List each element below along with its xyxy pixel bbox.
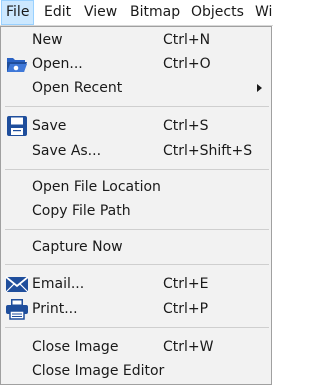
- floppy-disk-icon: [5, 115, 29, 137]
- folder-open-icon: [5, 53, 29, 75]
- menu-item-close-image[interactable]: Close Image Ctrl+W: [1, 335, 271, 359]
- printer-icon: [5, 298, 29, 320]
- menu-window-label: Wi: [255, 4, 273, 20]
- submenu-arrow-icon: [257, 84, 262, 92]
- menu-item-label: Open...: [32, 56, 83, 72]
- menu-item-close-image-editor[interactable]: Close Image Editor: [1, 359, 271, 383]
- menu-edit[interactable]: Edit: [44, 0, 71, 25]
- menu-item-label: Print...: [32, 301, 78, 317]
- menu-objects-label: Objects: [191, 4, 244, 20]
- envelope-icon: [5, 273, 29, 295]
- menu-file-label: File: [6, 4, 30, 20]
- menu-view[interactable]: View: [84, 0, 117, 25]
- menu-edit-label: Edit: [44, 4, 72, 20]
- menu-item-print[interactable]: Print... Ctrl+P: [1, 297, 271, 321]
- menu-item-label: New: [32, 32, 63, 48]
- menu-objects[interactable]: Objects: [191, 0, 244, 25]
- menu-item-label: Open Recent: [32, 80, 123, 96]
- menu-item-shortcut: Ctrl+P: [163, 301, 209, 317]
- menu-item-label: Email...: [32, 276, 85, 292]
- menu-item-save-as[interactable]: Save As... Ctrl+Shift+S: [1, 139, 271, 163]
- menu-item-shortcut: Ctrl+W: [163, 339, 214, 355]
- menu-view-label: View: [84, 4, 118, 20]
- menu-item-shortcut: Ctrl+E: [163, 276, 209, 292]
- menu-item-save[interactable]: Save Ctrl+S: [1, 114, 271, 138]
- menu-file[interactable]: File: [1, 0, 35, 25]
- menu-bar: File Edit View Bitmap Objects Wi: [0, 0, 273, 26]
- menu-item-capture-now[interactable]: Capture Now: [1, 235, 271, 259]
- menu-item-label: Capture Now: [32, 239, 123, 255]
- menu-item-copy-file-path[interactable]: Copy File Path: [1, 199, 271, 223]
- menu-window[interactable]: Wi: [255, 0, 272, 25]
- menu-item-label: Save As...: [32, 143, 102, 159]
- menu-bitmap-label: Bitmap: [130, 4, 181, 20]
- menu-item-new[interactable]: New Ctrl+N: [1, 28, 271, 52]
- menu-item-label: Save: [32, 118, 67, 134]
- menu-item-label: Close Image: [32, 339, 119, 355]
- menu-separator: [5, 264, 269, 265]
- menu-bitmap[interactable]: Bitmap: [130, 0, 180, 25]
- menu-item-email[interactable]: Email... Ctrl+E: [1, 272, 271, 296]
- menu-separator: [5, 229, 269, 230]
- menu-item-shortcut: Ctrl+S: [163, 118, 209, 134]
- menu-item-shortcut: Ctrl+O: [163, 56, 211, 72]
- menu-item-label: Close Image Editor: [32, 363, 165, 379]
- menu-item-label: Open File Location: [32, 179, 161, 195]
- menu-separator: [5, 106, 269, 107]
- menu-item-open-recent[interactable]: Open Recent: [1, 76, 271, 100]
- menu-item-open[interactable]: Open... Ctrl+O: [1, 52, 271, 76]
- menu-item-label: Copy File Path: [32, 203, 131, 219]
- menu-item-open-file-location[interactable]: Open File Location: [1, 175, 271, 199]
- file-menu-dropdown: New Ctrl+N Open... Ctrl+O Open Recent Sa…: [0, 26, 272, 385]
- menu-separator: [5, 327, 269, 328]
- menu-separator: [5, 169, 269, 170]
- menu-item-shortcut: Ctrl+Shift+S: [163, 143, 253, 159]
- menu-item-shortcut: Ctrl+N: [163, 32, 211, 48]
